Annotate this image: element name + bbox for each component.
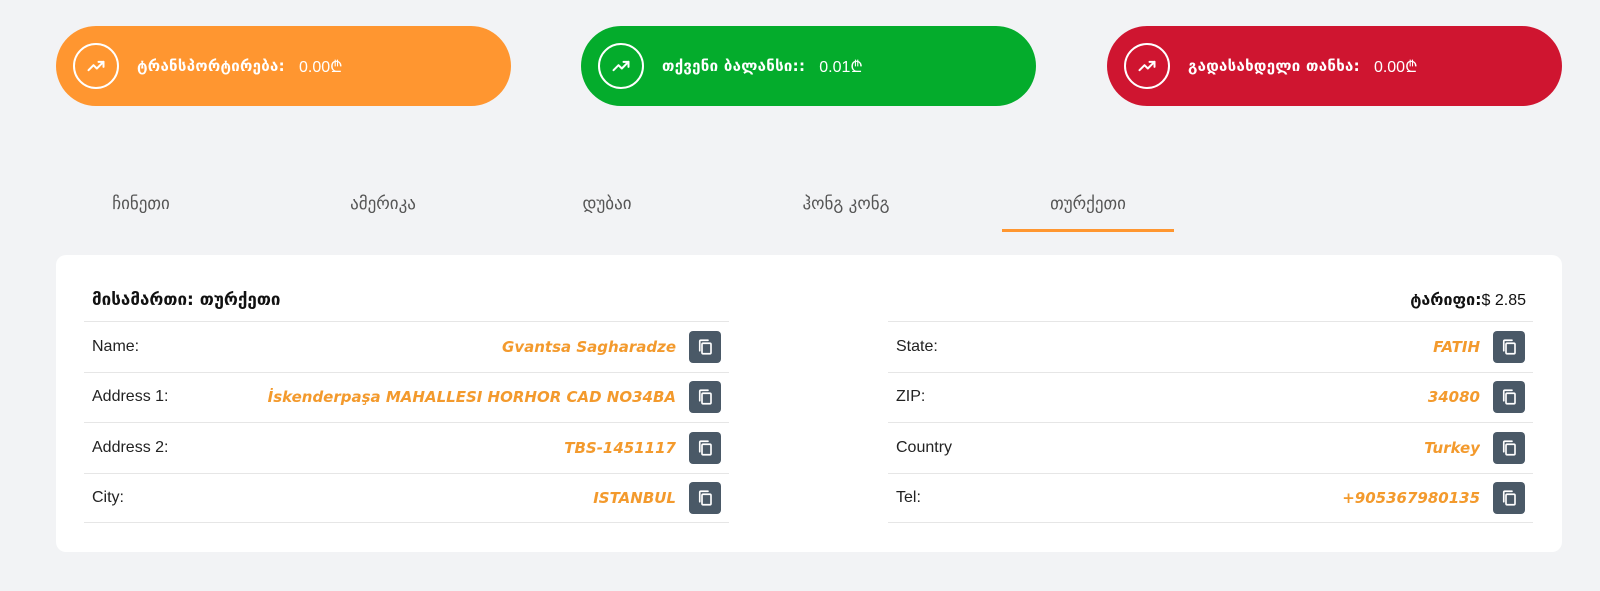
- field-row-city: City: ISTANBUL: [84, 472, 729, 523]
- address-fields-right: State: FATIH ZIP: 34080 Country Turkey T…: [888, 321, 1533, 523]
- field-value: Gvantsa Sagharadze: [502, 337, 676, 356]
- address-panel: მისამართი: თურქეთი ტარიფი:$ 2.85 Name: G…: [56, 255, 1562, 552]
- tariff-label: ტარიფი:: [1410, 290, 1482, 309]
- field-row-zip: ZIP: 34080: [888, 371, 1533, 423]
- field-key: Tel:: [896, 488, 921, 506]
- balance-label: თქვენი ბალანსი::: [662, 57, 806, 75]
- copy-icon: [1502, 440, 1516, 456]
- field-row-address-2: Address 2: TBS-1451117: [84, 422, 729, 473]
- copy-zip-button[interactable]: [1493, 381, 1525, 414]
- copy-icon: [698, 440, 712, 456]
- tab-turkey[interactable]: თურქეთი: [1002, 186, 1174, 232]
- copy-icon: [698, 389, 712, 405]
- field-key: Country: [896, 438, 953, 456]
- address-title: მისამართი: თურქეთი: [92, 290, 281, 310]
- field-value: TBS-1451117: [564, 438, 676, 457]
- copy-address-2-button[interactable]: [689, 431, 721, 464]
- field-row-address-1: Address 1: İskenderpaşa MAHALLESI HORHOR…: [84, 371, 729, 423]
- copy-icon: [1502, 389, 1516, 405]
- payable-value: 0.00₾: [1373, 59, 1418, 76]
- copy-name-button[interactable]: [689, 330, 721, 363]
- transport-label: ტრანსპორტირება:: [137, 57, 285, 75]
- copy-state-button[interactable]: [1493, 330, 1525, 363]
- country-tabs: ჩინეთი ამერიკა დუბაი ჰონგ კონგ თურქეთი: [56, 186, 1176, 234]
- field-key: Address 1:: [92, 388, 169, 406]
- balance-summary-card: თქვენი ბალანსი:: 0.01₾: [581, 26, 1036, 106]
- field-value: +905367980135: [1342, 488, 1480, 507]
- payable-summary-card: გადასახდელი თანხა: 0.00₾: [1107, 26, 1562, 106]
- tab-america[interactable]: ამერიკა: [318, 186, 448, 232]
- copy-tel-button[interactable]: [1493, 481, 1525, 514]
- field-value: FATIH: [1433, 337, 1480, 356]
- copy-icon: [1502, 490, 1516, 506]
- balance-value: 0.01₾: [819, 59, 863, 76]
- field-value: 34080: [1427, 388, 1480, 407]
- tab-hong-kong[interactable]: ჰონგ კონგ: [776, 186, 916, 232]
- field-value: ISTANBUL: [593, 488, 676, 507]
- copy-country-button[interactable]: [1493, 431, 1525, 464]
- tariff: ტარიფი:$ 2.85: [1410, 290, 1526, 310]
- field-key: City:: [92, 488, 124, 506]
- field-key: Name:: [92, 337, 140, 355]
- copy-address-1-button[interactable]: [689, 381, 721, 414]
- field-key: ZIP:: [896, 388, 926, 406]
- field-value: İskenderpaşa MAHALLESI HORHOR CAD NO34BA: [267, 388, 676, 407]
- field-row-tel: Tel: +905367980135: [888, 472, 1533, 523]
- trending-up-icon: [598, 43, 644, 89]
- payable-label: გადასახდელი თანხა:: [1188, 57, 1360, 75]
- trending-up-icon: [1124, 43, 1170, 89]
- tariff-value: $ 2.85: [1481, 292, 1526, 309]
- copy-icon: [698, 339, 712, 355]
- address-fields-left: Name: Gvantsa Sagharadze Address 1: İske…: [84, 321, 729, 523]
- field-row-state: State: FATIH: [888, 321, 1533, 372]
- transport-value: 0.00₾: [298, 59, 343, 76]
- address-panel-header: მისამართი: თურქეთი ტარიფი:$ 2.85: [92, 285, 1526, 315]
- copy-icon: [1502, 339, 1516, 355]
- field-key: State:: [896, 337, 938, 355]
- copy-icon: [698, 490, 712, 506]
- field-key: Address 2:: [92, 438, 169, 456]
- trending-up-icon: [73, 43, 119, 89]
- field-row-name: Name: Gvantsa Sagharadze: [84, 321, 729, 372]
- tab-china[interactable]: ჩინეთი: [86, 186, 196, 232]
- transport-summary-card: ტრანსპორტირება: 0.00₾: [56, 26, 511, 106]
- copy-city-button[interactable]: [689, 481, 721, 514]
- field-row-country: Country Turkey: [888, 422, 1533, 473]
- field-value: Turkey: [1424, 438, 1480, 457]
- tab-dubai[interactable]: დუბაი: [552, 186, 662, 232]
